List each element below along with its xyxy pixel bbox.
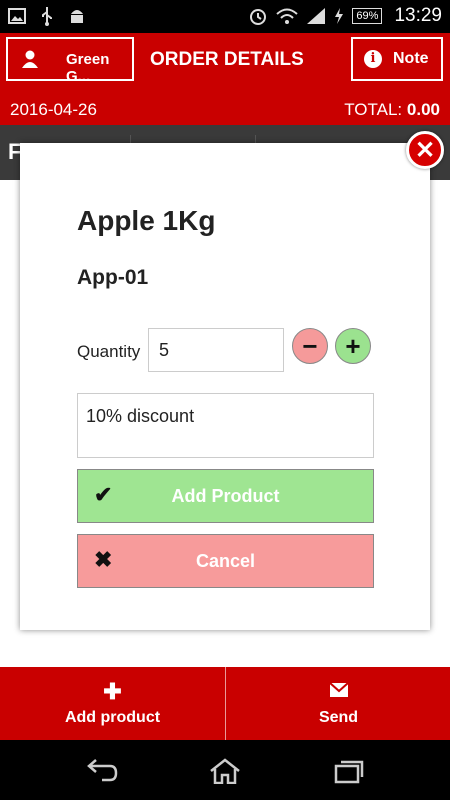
signal-icon	[307, 8, 326, 24]
charging-icon	[335, 8, 344, 24]
add-product-tab-label: Add product	[64, 709, 161, 726]
back-icon[interactable]	[84, 758, 118, 784]
send-label: Send	[318, 709, 359, 726]
info-icon: i	[364, 50, 382, 68]
wifi-icon	[276, 8, 299, 24]
add-product-label: Add Product	[171, 486, 280, 506]
system-nav-bar	[0, 740, 450, 800]
add-product-tab-button[interactable]: ✚ Add product	[0, 667, 225, 740]
product-code: App-01	[77, 266, 149, 289]
image-icon	[8, 8, 26, 24]
app-header: Green G... ORDER DETAILS i Note 2016-04-…	[0, 33, 450, 125]
close-icon: ✕	[414, 137, 436, 164]
customer-button[interactable]: Green G...	[6, 37, 134, 85]
android-icon	[71, 10, 83, 23]
product-name: Apple 1Kg	[77, 205, 216, 236]
battery-indicator: 69%	[352, 8, 383, 24]
page-title: ORDER DETAILS	[150, 49, 304, 70]
cancel-label: Cancel	[195, 551, 256, 571]
send-button[interactable]: Send	[226, 667, 450, 740]
order-date: 2016-04-26	[10, 100, 97, 119]
usb-icon	[42, 7, 52, 26]
clock: 13:29	[394, 5, 442, 26]
plus-icon: +	[345, 331, 361, 361]
close-dialog-button[interactable]: ✕	[406, 131, 444, 169]
home-icon[interactable]	[208, 758, 242, 784]
decrease-quantity-button[interactable]: −	[292, 328, 328, 364]
order-total: TOTAL: 0.00	[344, 100, 440, 120]
note-button-label: Note	[393, 50, 429, 67]
minus-icon: −	[302, 331, 318, 361]
envelope-icon	[330, 683, 348, 697]
cancel-button[interactable]: ✖ Cancel	[77, 534, 374, 588]
customer-name: Green G...	[66, 51, 110, 85]
note-button[interactable]: i Note	[351, 37, 443, 81]
alarm-icon	[250, 9, 267, 25]
increase-quantity-button[interactable]: +	[335, 328, 371, 364]
total-label: TOTAL:	[344, 100, 403, 119]
add-icon: ✚	[103, 679, 122, 704]
quantity-input[interactable]: 5	[148, 328, 284, 372]
status-bar: 69% 13:29	[0, 0, 450, 33]
recent-apps-icon[interactable]	[332, 758, 366, 784]
bottom-action-bar: ✚ Add product Send	[0, 667, 450, 740]
add-product-button[interactable]: ✔ Add Product	[77, 469, 374, 523]
person-icon	[22, 50, 38, 68]
total-value: 0.00	[406, 100, 440, 119]
quantity-label: Quantity	[77, 342, 141, 361]
add-product-dialog: Apple 1Kg App-01 Quantity 5 − + 10% disc…	[20, 143, 430, 630]
product-note-input[interactable]: 10% discount	[77, 393, 374, 458]
